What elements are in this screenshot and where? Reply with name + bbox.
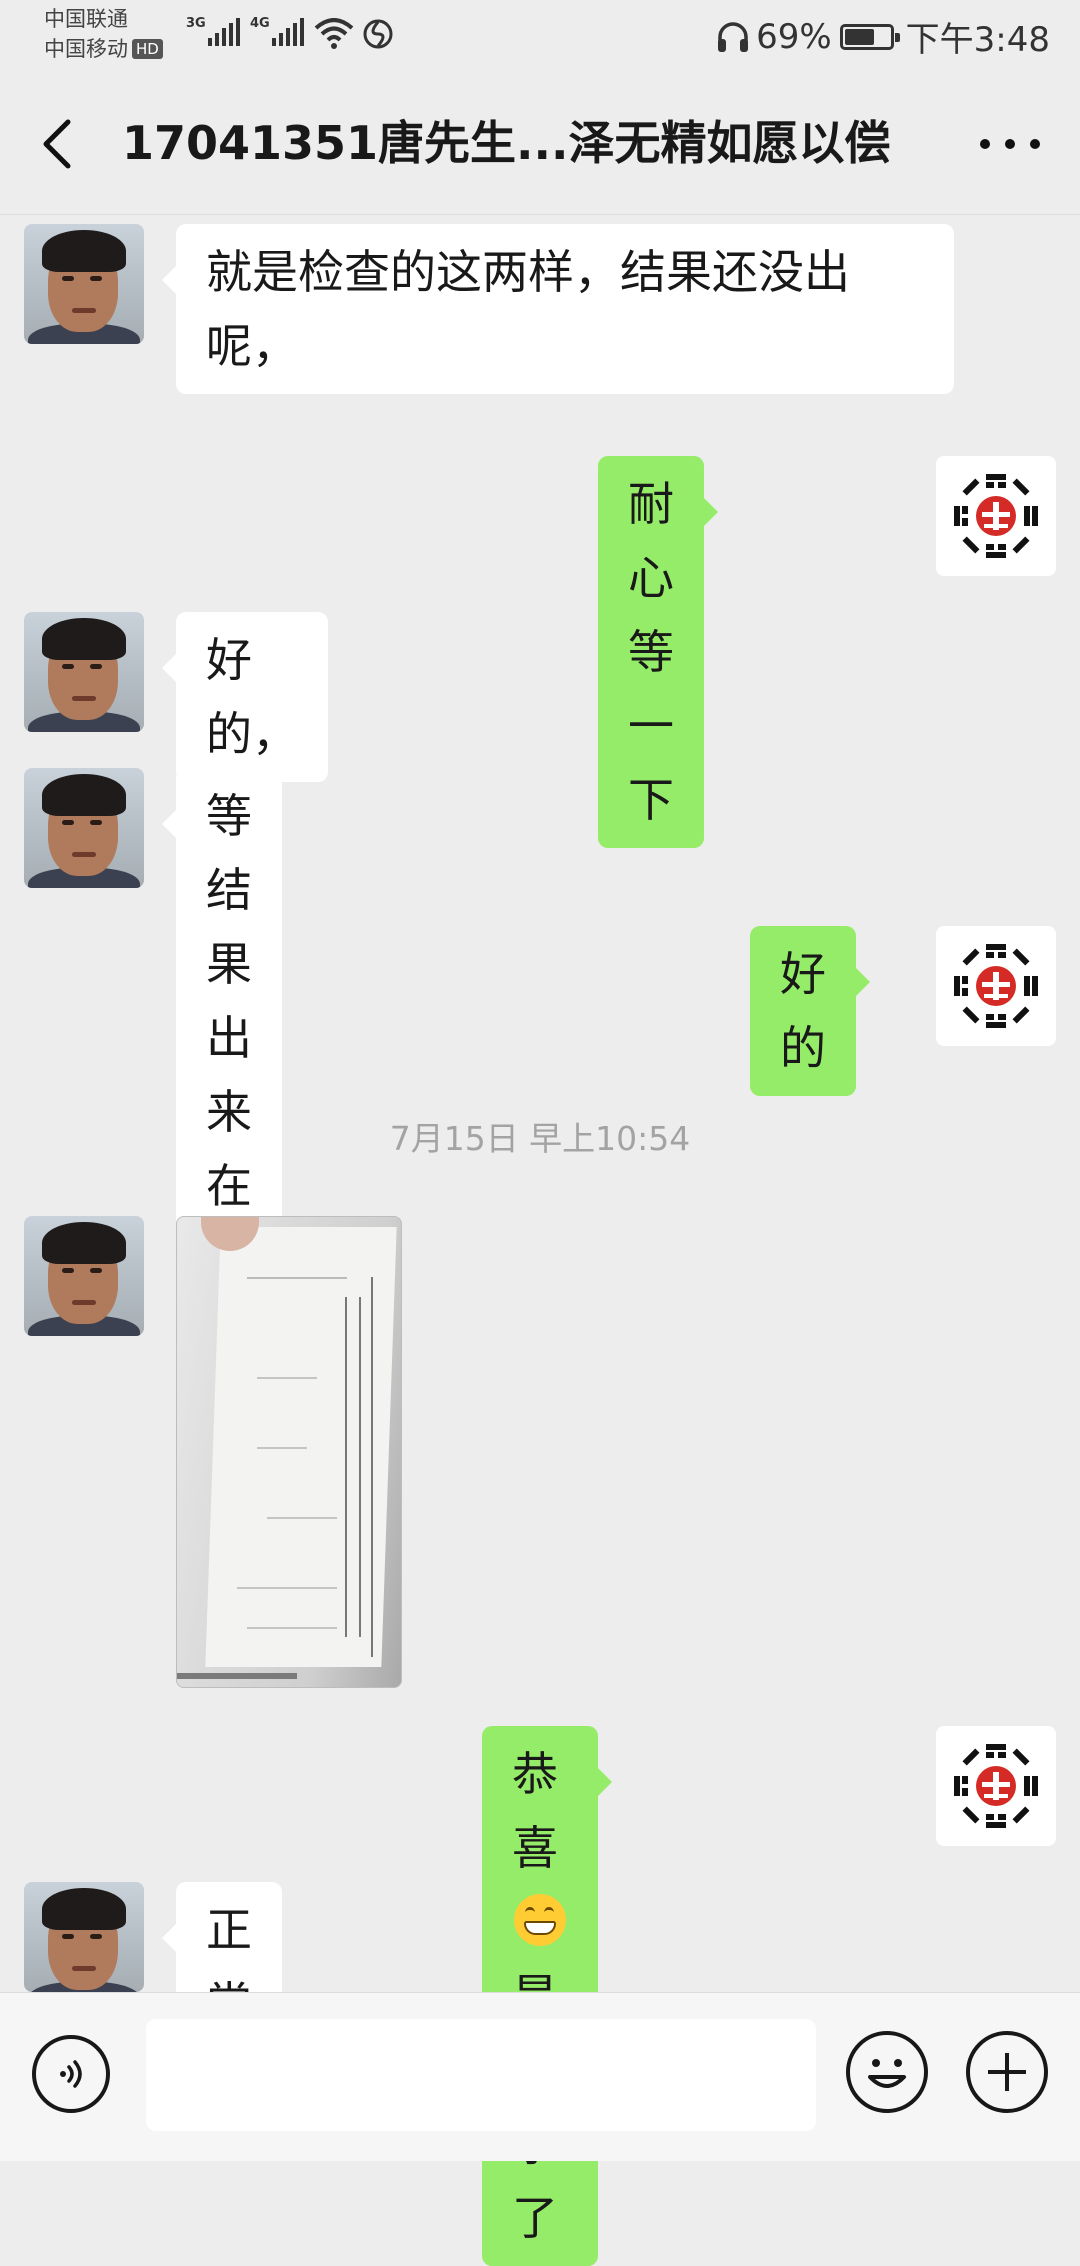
carrier-1: 中国联通 <box>44 7 128 31</box>
user-avatar[interactable] <box>24 1882 144 1992</box>
message-bubble[interactable]: 就是检查的这两样，结果还没出呢， <box>162 224 954 394</box>
signal-2-icon: 4G <box>250 16 304 46</box>
bagua-logo-icon <box>954 1744 1038 1828</box>
voice-input-button[interactable] <box>32 2035 110 2113</box>
image-message[interactable] <box>176 1216 402 1688</box>
network-type-2: 4G <box>250 16 270 31</box>
signal-1-icon: 3G <box>186 16 240 46</box>
back-arrow-icon[interactable] <box>36 116 80 172</box>
carrier-2: 中国移动 <box>44 37 128 61</box>
more-functions-button[interactable] <box>966 2031 1048 2113</box>
user-avatar[interactable] <box>24 224 144 344</box>
voice-icon <box>60 2060 82 2088</box>
more-options-icon[interactable] <box>980 122 1040 166</box>
message-bubble[interactable]: 好的 <box>750 926 870 1096</box>
grin-emoji-icon <box>514 1894 566 1946</box>
message-bubble[interactable]: 耐心等一下 <box>598 456 718 848</box>
message-text: 恭喜 <box>512 1747 558 1875</box>
message-bubble[interactable]: 正常吗 <box>162 1882 282 2105</box>
battery-percent: 69% <box>756 16 832 57</box>
smiley-icon <box>868 2059 906 2088</box>
network-type-1: 3G <box>186 16 206 31</box>
bagua-logo-icon <box>954 944 1038 1028</box>
chat-title: 17041351唐先生...泽无精如愿以偿 <box>122 116 891 170</box>
hd-badge: HD <box>132 39 163 59</box>
carrier-info: 中国联通 中国移动 HD <box>44 4 163 64</box>
status-bar: 中国联通 中国移动 HD 3G 4G 69% 下午3:48 <box>0 0 1080 72</box>
agent-avatar[interactable] <box>936 1726 1056 1846</box>
chat-header: 17041351唐先生...泽无精如愿以偿 <box>0 72 1080 215</box>
battery-icon <box>839 23 900 50</box>
input-bar <box>0 1992 1080 2161</box>
user-avatar[interactable] <box>24 768 144 888</box>
bagua-logo-icon <box>954 474 1038 558</box>
message-input[interactable] <box>146 2019 816 2131</box>
user-avatar[interactable] <box>24 1216 144 1336</box>
timestamp: 7月15日 早上10:54 <box>389 1119 691 1158</box>
agent-avatar[interactable] <box>936 926 1056 1046</box>
emoji-button[interactable] <box>846 2031 928 2113</box>
status-right: 69% 下午3:48 <box>716 12 1050 61</box>
user-avatar[interactable] <box>24 612 144 732</box>
wifi-icon <box>314 18 354 49</box>
clock: 下午3:48 <box>905 20 1050 60</box>
message-bubble[interactable]: 好的， <box>162 612 328 782</box>
hotspot-icon <box>363 19 393 49</box>
agent-avatar[interactable] <box>936 456 1056 576</box>
headphones-icon <box>718 21 749 52</box>
